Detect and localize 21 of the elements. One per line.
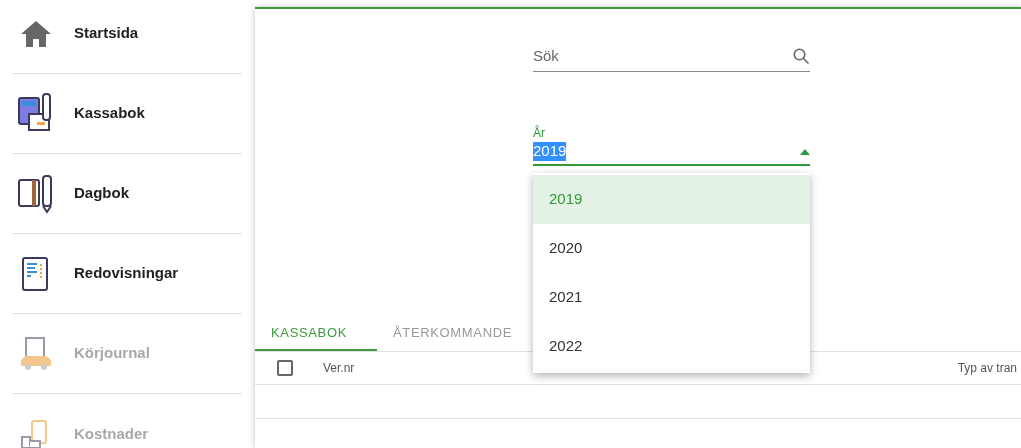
year-select[interactable]: År 2019	[533, 120, 810, 166]
dropdown-option[interactable]: 2021	[533, 273, 810, 322]
field-label: År	[533, 127, 546, 140]
selected-value: 2019	[533, 142, 567, 161]
sidebar-item[interactable]: Redovisningar	[12, 234, 242, 314]
dropdown-option[interactable]: 2022	[533, 322, 810, 371]
document-icon	[21, 255, 51, 292]
sidebar-item[interactable]: Dagbok	[12, 154, 242, 234]
caret-up-icon	[800, 148, 810, 155]
column-header: Typ av tran	[957, 360, 1017, 377]
checkbox[interactable]	[277, 360, 293, 376]
search-icon	[792, 47, 810, 65]
tab[interactable]: KASSABOK	[255, 316, 377, 351]
search-field[interactable]: Sök	[533, 40, 810, 72]
home-icon	[20, 19, 52, 48]
dropdown-option[interactable]: 2020	[533, 224, 810, 273]
notebook-pen-icon	[17, 173, 55, 214]
sidebar-item[interactable]: Kassabok	[12, 74, 242, 154]
sidebar-item[interactable]: Startsida	[12, 0, 242, 74]
column-header: Ver.nr	[323, 360, 355, 377]
car-document-icon	[18, 335, 54, 372]
